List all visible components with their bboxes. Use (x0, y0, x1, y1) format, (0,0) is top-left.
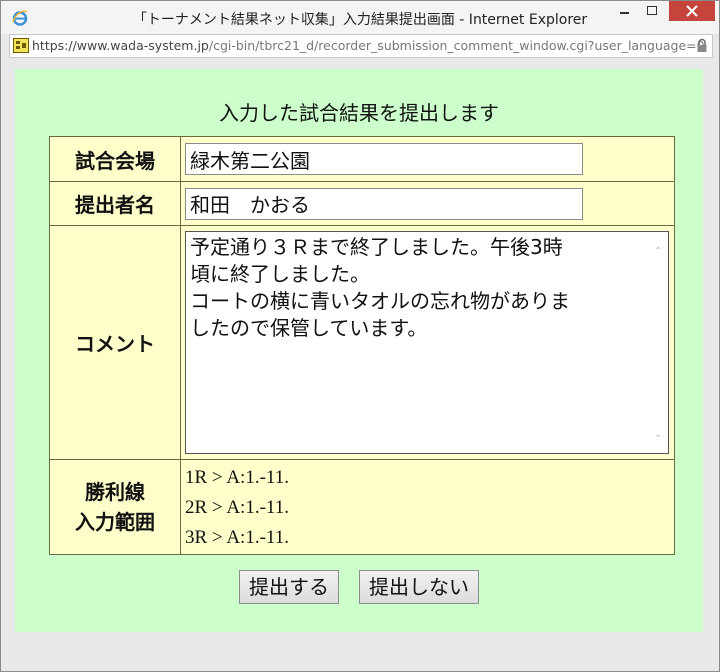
venue-cell (180, 136, 675, 182)
maximize-button[interactable] (639, 1, 665, 21)
submitter-input[interactable] (185, 187, 583, 220)
close-icon (686, 5, 698, 17)
url-path: /cgi-bin/tbrc21_d/recorder_submission_co… (208, 38, 705, 53)
submitter-label: 提出者名 (49, 181, 181, 226)
page-heading: 入力した試合結果を提出します (219, 101, 499, 125)
submitter-cell (180, 181, 675, 226)
button-row: 提出する 提出しない (15, 570, 703, 604)
submission-form-table: 試合会場 提出者名 コメント 予定通り３Ｒまで終了しました。午後3時 頃に終了し… (49, 136, 675, 555)
comment-textarea[interactable]: 予定通り３Ｒまで終了しました。午後3時 頃に終了しました。 コートの横に青いタオ… (185, 231, 669, 454)
minimize-icon (620, 12, 629, 14)
venue-label: 試合会場 (49, 136, 181, 182)
scroll-up-icon[interactable]: ⌃ (654, 246, 664, 257)
scroll-down-icon[interactable]: ⌄ (654, 429, 664, 440)
range-line: 3R > A:1.-11. (185, 527, 289, 548)
range-line: 2R > A:1.-11. (185, 497, 289, 518)
submit-button[interactable]: 提出する (239, 570, 339, 604)
comment-label: コメント (49, 225, 181, 460)
comment-text[interactable]: 予定通り３Ｒまで終了しました。午後3時 頃に終了しました。 コートの横に青いタオ… (190, 234, 648, 342)
minimize-button[interactable] (611, 1, 637, 21)
range-row: 勝利線 入力範囲 1R > A:1.-11. 2R > A:1.-11. 3R … (49, 459, 675, 555)
range-label-line1: 勝利線 (85, 480, 145, 504)
close-button[interactable] (669, 1, 715, 21)
address-bar[interactable]: https://www.wada-system.jp/cgi-bin/tbrc2… (9, 34, 713, 58)
title-bar: 「トーナメント結果ネット収集」入力結果提出画面 - Internet Explo… (1, 1, 719, 34)
range-list: 1R > A:1.-11. 2R > A:1.-11. 3R > A:1.-11… (181, 460, 674, 554)
comment-row: コメント 予定通り３Ｒまで終了しました。午後3時 頃に終了しました。 コートの横… (49, 225, 675, 460)
range-cell: 1R > A:1.-11. 2R > A:1.-11. 3R > A:1.-11… (180, 459, 675, 555)
browser-window: 「トーナメント結果ネット収集」入力結果提出画面 - Internet Explo… (0, 0, 720, 672)
site-icon (13, 38, 29, 53)
range-label-line2: 入力範囲 (75, 510, 155, 534)
range-label: 勝利線 入力範囲 (49, 459, 181, 555)
submitter-row: 提出者名 (49, 181, 675, 226)
lock-icon (697, 38, 707, 52)
range-line: 1R > A:1.-11. (185, 467, 289, 488)
url-text[interactable]: https://www.wada-system.jp/cgi-bin/tbrc2… (32, 38, 705, 53)
venue-row: 試合会場 (49, 136, 675, 182)
venue-input[interactable] (185, 143, 583, 175)
cancel-button[interactable]: 提出しない (359, 570, 479, 604)
url-host: https://www.wada-system.jp (32, 38, 209, 53)
comment-cell: 予定通り３Ｒまで終了しました。午後3時 頃に終了しました。 コートの横に青いタオ… (180, 225, 675, 460)
page-content: 入力した試合結果を提出します 試合会場 提出者名 コメント 予定通り３Ｒまで終了… (15, 69, 703, 632)
maximize-icon (647, 6, 657, 15)
